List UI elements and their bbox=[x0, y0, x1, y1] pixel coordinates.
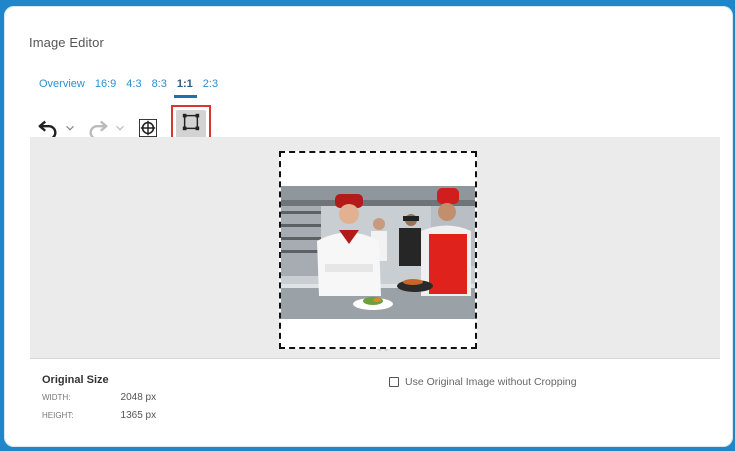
tab-1-1[interactable]: 1:1 bbox=[173, 78, 197, 98]
redo-history-chevron-down-icon[interactable] bbox=[113, 121, 127, 135]
width-label: WIDTH: bbox=[42, 393, 71, 402]
redo-icon[interactable] bbox=[87, 117, 109, 139]
aspect-ratio-tabs: Overview 16:9 4:3 8:3 1:1 2:3 bbox=[39, 78, 228, 98]
tab-8-3[interactable]: 8:3 bbox=[152, 78, 167, 96]
image-editor-dialog: Image Editor Overview 16:9 4:3 8:3 1:1 2… bbox=[4, 6, 733, 447]
crop-frame-icon bbox=[181, 112, 201, 137]
tab-16-9[interactable]: 16:9 bbox=[95, 78, 116, 96]
tab-2-3[interactable]: 2:3 bbox=[203, 78, 218, 96]
crop-area[interactable]: ⌄⌄ bbox=[279, 151, 477, 353]
crosshair-icon[interactable] bbox=[139, 119, 157, 137]
dialog-title: Image Editor bbox=[29, 35, 104, 50]
undo-icon[interactable] bbox=[37, 117, 59, 139]
tab-overview[interactable]: Overview bbox=[39, 78, 85, 96]
crop-button[interactable] bbox=[176, 110, 206, 139]
crop-bottom-handle[interactable]: ⌄⌄ bbox=[376, 343, 390, 354]
use-original-option[interactable]: Use Original Image without Cropping bbox=[389, 376, 577, 388]
original-size-heading: Original Size bbox=[42, 374, 109, 386]
height-row: HEIGHT: 1365 px bbox=[42, 410, 156, 421]
tab-4-3[interactable]: 4:3 bbox=[126, 78, 141, 96]
image-canvas: ⌄⌄ bbox=[30, 137, 720, 359]
height-value: 1365 px bbox=[120, 410, 157, 421]
undo-history-chevron-down-icon[interactable] bbox=[63, 121, 77, 135]
width-value: 2048 px bbox=[120, 392, 157, 403]
height-label: HEIGHT: bbox=[42, 411, 74, 420]
use-original-label: Use Original Image without Cropping bbox=[405, 376, 577, 388]
kitchen-photo bbox=[281, 186, 475, 319]
width-row: WIDTH: 2048 px bbox=[42, 392, 156, 403]
use-original-checkbox[interactable] bbox=[389, 377, 399, 387]
